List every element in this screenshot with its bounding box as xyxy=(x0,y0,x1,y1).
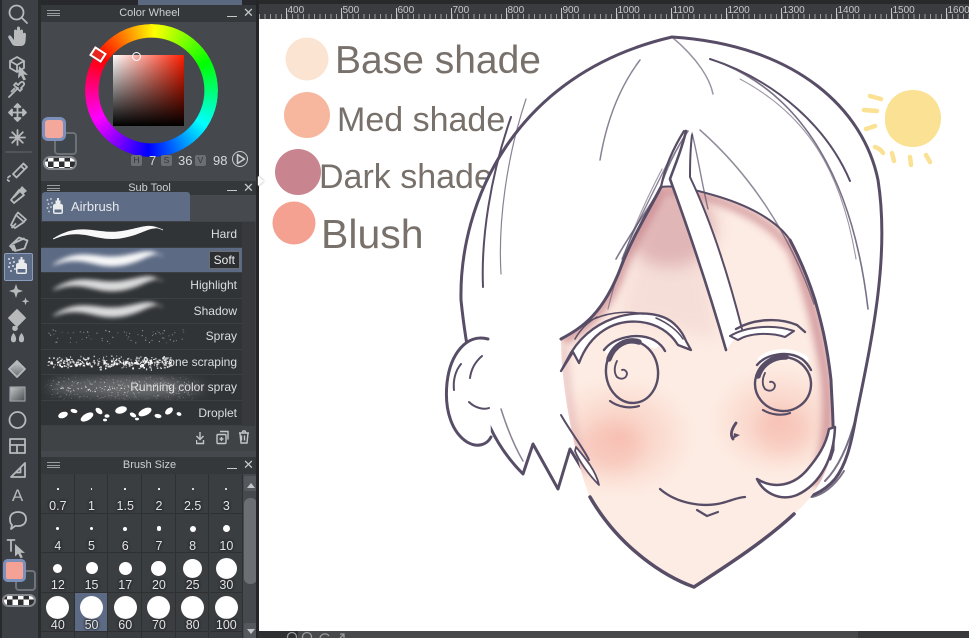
svg-text:Med shade: Med shade xyxy=(337,101,505,139)
svg-text:Dark shade: Dark shade xyxy=(319,158,493,196)
svg-text:Base shade: Base shade xyxy=(335,39,541,82)
svg-text:A: A xyxy=(12,486,24,505)
svg-text:Blush: Blush xyxy=(321,211,424,257)
